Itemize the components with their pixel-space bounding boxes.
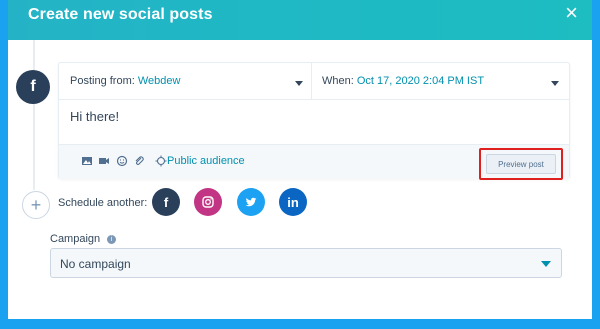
preview-highlight-box: Preview post bbox=[479, 148, 563, 180]
image-icon[interactable] bbox=[80, 154, 94, 168]
campaign-label: Campaign i bbox=[50, 233, 117, 245]
post-message[interactable]: Hi there! bbox=[70, 109, 119, 124]
preview-post-button[interactable]: Preview post bbox=[486, 154, 556, 174]
when-chevron-down-icon[interactable] bbox=[551, 81, 559, 86]
when-selector[interactable]: When: Oct 17, 2020 2:04 PM IST bbox=[322, 75, 484, 87]
when-label: When: bbox=[322, 75, 354, 87]
campaign-select-value: No campaign bbox=[60, 257, 131, 271]
twitter-icon[interactable] bbox=[237, 188, 265, 216]
card-divider bbox=[311, 63, 312, 99]
target-audience-icon[interactable] bbox=[154, 154, 168, 168]
schedule-another-label: Schedule another: bbox=[58, 197, 148, 209]
modal-title: Create new social posts bbox=[28, 6, 213, 23]
campaign-select[interactable]: No campaign bbox=[50, 248, 562, 278]
info-icon[interactable]: i bbox=[107, 234, 117, 244]
facebook-icon[interactable]: f bbox=[152, 188, 180, 216]
posting-from-selector[interactable]: Posting from: Webdew bbox=[70, 75, 180, 87]
public-audience-link[interactable]: Public audience bbox=[167, 155, 245, 167]
posting-from-chevron-down-icon[interactable] bbox=[295, 81, 303, 86]
modal-header: Create new social posts × bbox=[8, 0, 592, 40]
screenshot-frame: Create new social posts × f Posting from… bbox=[0, 0, 600, 329]
social-post-modal: Create new social posts × f Posting from… bbox=[8, 0, 592, 323]
post-card-footer: Public audience Preview post bbox=[59, 144, 569, 180]
add-post-button[interactable]: + bbox=[22, 191, 50, 219]
timeline-connector bbox=[33, 40, 35, 190]
campaign-label-text: Campaign bbox=[50, 233, 101, 245]
campaign-chevron-down-icon bbox=[541, 261, 551, 267]
posting-from-label: Posting from: bbox=[70, 75, 135, 87]
post-card-header: Posting from: Webdew When: Oct 17, 2020 … bbox=[59, 63, 569, 100]
close-icon[interactable]: × bbox=[565, 2, 578, 24]
post-card: Posting from: Webdew When: Oct 17, 2020 … bbox=[58, 62, 570, 180]
instagram-icon[interactable] bbox=[194, 188, 222, 216]
emoji-icon[interactable] bbox=[115, 154, 129, 168]
posting-from-value: Webdew bbox=[137, 75, 181, 87]
linkedin-icon[interactable]: in bbox=[279, 188, 307, 216]
video-icon[interactable] bbox=[97, 154, 111, 168]
modal-bottom-border bbox=[8, 319, 592, 323]
facebook-avatar-icon: f bbox=[16, 70, 50, 104]
attachment-icon[interactable] bbox=[132, 154, 146, 168]
when-value: Oct 17, 2020 2:04 PM IST bbox=[356, 75, 485, 87]
